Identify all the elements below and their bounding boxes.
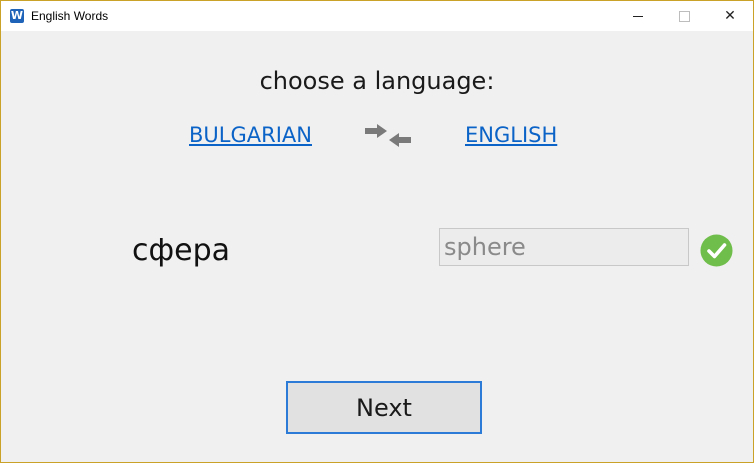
maximize-button[interactable] — [661, 1, 707, 31]
window-title: English Words — [31, 9, 109, 23]
close-icon: ✕ — [724, 8, 736, 24]
page-heading: choose a language: — [259, 67, 495, 95]
swap-languages-button[interactable] — [363, 121, 413, 151]
app-window: W English Words ✕ choose a language: BUL… — [0, 0, 754, 463]
source-language-link[interactable]: BULGARIAN — [189, 123, 312, 147]
answer-status — [700, 234, 733, 267]
answer-input[interactable] — [439, 228, 689, 266]
next-button[interactable]: Next — [286, 381, 482, 434]
target-language-link[interactable]: ENGLISH — [465, 123, 557, 147]
minimize-button[interactable] — [615, 1, 661, 31]
check-circle-icon — [700, 234, 733, 267]
app-logo-icon: W — [10, 9, 24, 23]
close-button[interactable]: ✕ — [707, 1, 753, 31]
maximize-icon — [678, 10, 690, 22]
minimize-icon — [633, 15, 643, 17]
quiz-word: сфера — [132, 233, 231, 268]
swap-arrows-icon — [365, 124, 411, 147]
title-bar[interactable]: W English Words ✕ — [1, 1, 753, 31]
